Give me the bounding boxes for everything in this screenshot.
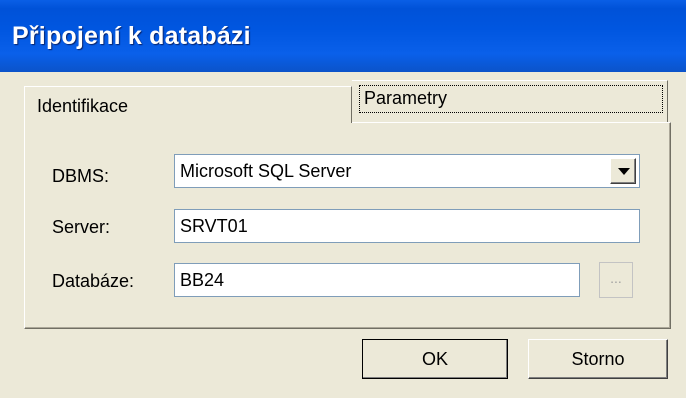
browse-button[interactable]: ... xyxy=(599,262,633,298)
dbms-label: DBMS: xyxy=(52,166,110,186)
server-label: Server: xyxy=(52,217,111,237)
chevron-down-icon[interactable] xyxy=(610,158,636,184)
dbms-value: Microsoft SQL Server xyxy=(180,161,352,181)
database-label: Databáze: xyxy=(52,271,135,291)
dialog-body: Identifikace Parametry DBMS: Microsoft S… xyxy=(0,72,686,398)
dbms-select[interactable]: Microsoft SQL Server xyxy=(174,154,640,188)
database-input[interactable]: BB24 xyxy=(174,263,580,297)
server-input[interactable]: SRVT01 xyxy=(174,209,640,243)
tab-identifikace-label: Identifikace xyxy=(37,96,129,116)
tab-identifikace[interactable]: Identifikace xyxy=(24,86,352,123)
window-title: Připojení k databázi xyxy=(12,22,251,50)
cancel-button[interactable]: Storno xyxy=(528,339,668,379)
title-bar[interactable]: Připojení k databázi xyxy=(0,0,686,72)
tab-parametry-label: Parametry xyxy=(359,85,663,113)
tab-parametry[interactable]: Parametry xyxy=(352,80,668,122)
ok-button[interactable]: OK xyxy=(362,339,508,379)
